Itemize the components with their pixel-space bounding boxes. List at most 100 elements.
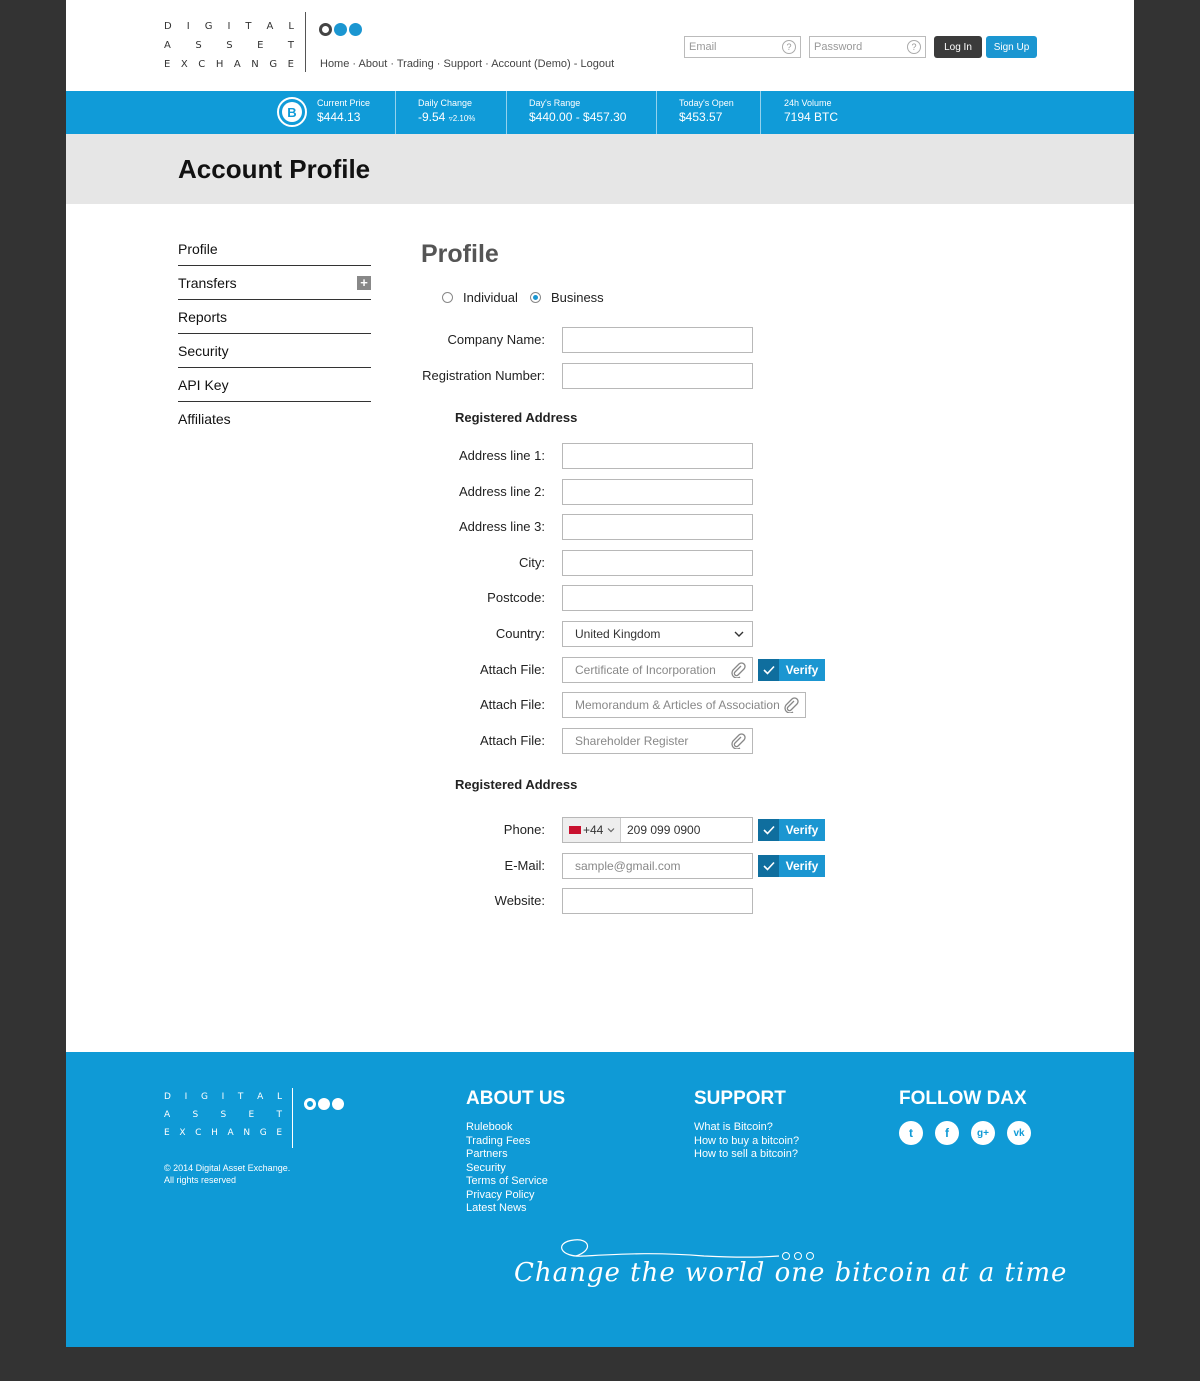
verify-label: Verify xyxy=(785,859,819,873)
logo-letter: G xyxy=(200,1092,208,1102)
address-line3-input[interactable] xyxy=(562,514,753,540)
paperclip-icon[interactable] xyxy=(730,733,746,749)
email-field[interactable]: sample@gmail.com xyxy=(562,853,753,879)
bitcoin-icon: B xyxy=(277,97,307,127)
logo-letter: A xyxy=(164,40,171,51)
footer-link-rulebook[interactable]: Rulebook xyxy=(466,1121,565,1135)
logo-dot xyxy=(334,23,347,36)
paperclip-icon[interactable] xyxy=(783,697,799,713)
footer-link-how-to-buy[interactable]: How to buy a bitcoin? xyxy=(694,1135,799,1149)
ticker-volume: 24h Volume 7194 BTC xyxy=(774,91,838,134)
footer-link-security[interactable]: Security xyxy=(466,1162,565,1176)
password-input[interactable]: Password ? xyxy=(809,36,926,58)
footer-link-trading-fees[interactable]: Trading Fees xyxy=(466,1135,565,1149)
paperclip-icon[interactable] xyxy=(730,662,746,678)
page-title: Account Profile xyxy=(178,154,371,184)
registration-number-input[interactable] xyxy=(562,363,753,389)
signup-button[interactable]: Sign Up xyxy=(986,36,1037,58)
phone-label: Phone: xyxy=(503,822,545,837)
footer-about-title: ABOUT US xyxy=(466,1088,566,1109)
verify-email-button[interactable]: Verify xyxy=(758,855,825,877)
sidebar-item-affiliates[interactable]: Affiliates xyxy=(178,402,371,436)
check-icon xyxy=(758,855,779,877)
email-placeholder: Email xyxy=(689,41,717,53)
verify-attach-button[interactable]: Verify xyxy=(758,659,825,681)
sidebar-item-transfers[interactable]: Transfers + xyxy=(178,266,371,300)
address-line2-input[interactable] xyxy=(562,479,753,505)
social-icons: t f g+ vk xyxy=(899,1121,1031,1145)
logo-dot xyxy=(304,1098,316,1110)
ticker-value: $453.57 xyxy=(679,110,723,124)
ticker-divider xyxy=(506,91,507,134)
ticker-label: Daily Change xyxy=(418,98,473,108)
radio-business[interactable] xyxy=(529,292,541,303)
footer-link-what-is-bitcoin[interactable]: What is Bitcoin? xyxy=(694,1121,799,1135)
radio-individual-label[interactable]: Individual xyxy=(463,290,518,305)
sidebar-item-profile[interactable]: Profile xyxy=(178,232,371,266)
sidebar-item-label: Transfers xyxy=(178,274,237,291)
phone-number: 209 099 0900 xyxy=(627,823,701,837)
attach1-input[interactable]: Certificate of Incorporation xyxy=(562,657,753,683)
footer-logo-divider xyxy=(292,1088,293,1148)
ticker-value: -9.54 ▿2.10% xyxy=(418,110,475,124)
logo-letter: E xyxy=(164,1128,170,1138)
country-select[interactable]: United Kingdom xyxy=(562,621,753,647)
nav-about[interactable]: About xyxy=(359,58,388,70)
check-icon xyxy=(758,659,779,681)
city-input[interactable] xyxy=(562,550,753,576)
footer: DIGITAL ASSET EXCHANGE © 2014 Digital As… xyxy=(66,1052,1134,1347)
account-type-radios: Individual Business xyxy=(442,290,604,305)
logo-dots-icon xyxy=(319,23,362,36)
verify-phone-button[interactable]: Verify xyxy=(758,819,825,841)
radio-business-label[interactable]: Business xyxy=(551,290,604,305)
ticker-divider xyxy=(395,91,396,134)
nav-home[interactable]: Home xyxy=(320,58,349,70)
logo-letter: G xyxy=(259,1128,267,1138)
attach2-input[interactable]: Memorandum & Articles of Association xyxy=(562,692,806,718)
vk-icon[interactable]: vk xyxy=(1007,1121,1031,1145)
email-input[interactable]: Email ? xyxy=(684,36,801,58)
logo-letter: D xyxy=(164,1092,171,1102)
company-name-input[interactable] xyxy=(562,327,753,353)
page: DIGITAL ASSET EXCHANGE Home · About · Tr… xyxy=(66,0,1134,1347)
logo-line-asset: ASSET xyxy=(164,1106,282,1124)
website-label: Website: xyxy=(494,893,545,908)
country-code-select[interactable]: +44 xyxy=(563,818,621,842)
footer-support: SUPPORT What is Bitcoin? How to buy a bi… xyxy=(694,1088,799,1162)
nav-trading[interactable]: Trading xyxy=(397,58,434,70)
logo-letter: S xyxy=(220,1110,227,1120)
twitter-icon[interactable]: t xyxy=(899,1121,923,1145)
copyright: © 2014 Digital Asset Exchange. All right… xyxy=(164,1162,290,1186)
login-button[interactable]: Log In xyxy=(934,36,982,58)
footer-link-partners[interactable]: Partners xyxy=(466,1148,565,1162)
country-value: United Kingdom xyxy=(575,627,661,641)
postcode-label: Postcode: xyxy=(487,590,545,605)
phone-input[interactable]: +44 209 099 0900 xyxy=(562,817,753,843)
attach3-input[interactable]: Shareholder Register xyxy=(562,728,753,754)
nav-logout[interactable]: Logout xyxy=(580,58,614,70)
address-line1-input[interactable] xyxy=(562,443,753,469)
password-help-icon[interactable]: ? xyxy=(907,40,921,54)
footer-link-news[interactable]: Latest News xyxy=(466,1202,565,1216)
footer-link-privacy[interactable]: Privacy Policy xyxy=(466,1189,565,1203)
facebook-icon[interactable]: f xyxy=(935,1121,959,1145)
ticker-value: 7194 BTC xyxy=(784,110,839,124)
nav-account[interactable]: Account (Demo) xyxy=(491,58,570,70)
address-line3-label: Address line 3: xyxy=(459,519,545,534)
website-input[interactable] xyxy=(562,888,753,914)
footer-link-terms[interactable]: Terms of Service xyxy=(466,1175,565,1189)
nav-support[interactable]: Support xyxy=(444,58,483,70)
radio-individual[interactable] xyxy=(442,292,453,303)
registered-address-heading: Registered Address xyxy=(455,410,578,425)
daily-change-pct: 2.10% xyxy=(452,114,476,123)
footer-link-how-to-sell[interactable]: How to sell a bitcoin? xyxy=(694,1148,799,1162)
google-plus-icon[interactable]: g+ xyxy=(971,1121,995,1145)
logo-letter: T xyxy=(245,21,252,32)
logo-letter: A xyxy=(233,59,241,70)
footer-logo[interactable]: DIGITAL ASSET EXCHANGE xyxy=(164,1088,344,1148)
email-help-icon[interactable]: ? xyxy=(782,40,796,54)
postcode-input[interactable] xyxy=(562,585,753,611)
ticker-label: 24h Volume xyxy=(784,98,832,108)
expand-plus-icon[interactable]: + xyxy=(357,275,371,290)
sidebar-item-label: Affiliates xyxy=(178,411,231,427)
